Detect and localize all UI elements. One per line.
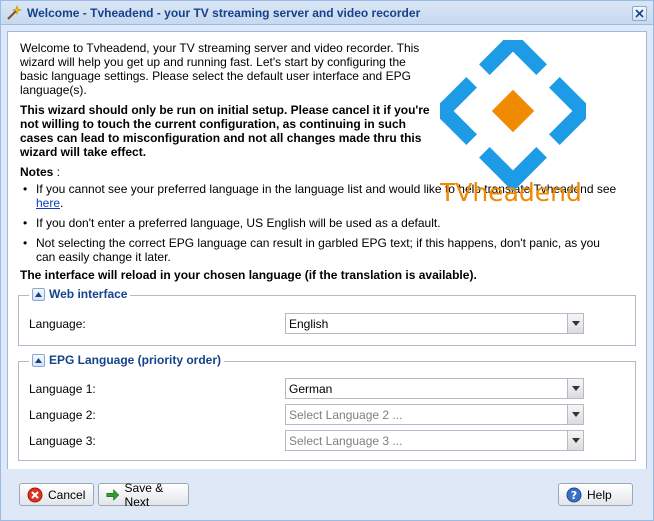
arrow-right-icon <box>106 488 120 501</box>
epg-language-1-value: German <box>289 381 333 396</box>
epg-language-2-select[interactable]: Select Language 2 ... <box>285 404 584 425</box>
window-title: Welcome - Tvheadend - your TV streaming … <box>27 5 421 20</box>
chevron-down-icon <box>571 321 580 326</box>
collapse-toggle[interactable] <box>32 353 45 367</box>
close-button[interactable] <box>632 6 647 21</box>
cancel-icon <box>27 487 43 502</box>
epg-language-legend-label: EPG Language (priority order) <box>49 353 222 367</box>
epg-language-group: EPG Language (priority order) Language 1… <box>18 353 636 461</box>
chevron-up-icon <box>35 357 42 363</box>
epg-language-2-label: Language 2: <box>29 407 96 422</box>
notes-title-colon: : <box>53 165 61 179</box>
epg-language-1-row: Language 1: German <box>29 378 584 399</box>
epg-language-2-row: Language 2: Select Language 2 ... <box>29 404 584 425</box>
dropdown-trigger[interactable] <box>567 378 584 399</box>
list-item: If you don't enter a preferred language,… <box>20 216 620 230</box>
svg-text:?: ? <box>571 489 577 502</box>
help-button[interactable]: ? Help <box>558 483 633 506</box>
save-next-label: Save & Next <box>124 480 164 509</box>
epg-language-2-placeholder: Select Language 2 ... <box>289 407 403 422</box>
chevron-down-icon <box>571 386 580 391</box>
epg-language-legend: EPG Language (priority order) <box>29 353 225 367</box>
help-label: Help <box>587 487 612 502</box>
ui-language-label: Language: <box>29 316 86 331</box>
ui-language-select[interactable]: English <box>285 313 584 334</box>
ui-language-value: English <box>289 316 329 331</box>
web-interface-legend-label: Web interface <box>49 287 128 301</box>
epg-language-3-row: Language 3: Select Language 3 ... <box>29 430 584 451</box>
wand-icon <box>7 4 22 20</box>
chevron-up-icon <box>35 291 42 297</box>
ui-language-row: Language: English <box>29 313 584 334</box>
cancel-label: Cancel <box>48 487 86 502</box>
save-next-button[interactable]: Save & Next <box>98 480 189 509</box>
dropdown-trigger[interactable] <box>567 430 584 451</box>
notes-title-label: Notes <box>20 165 54 179</box>
help-icon: ? <box>566 487 582 502</box>
chevron-down-icon <box>571 412 580 417</box>
cancel-button[interactable]: Cancel <box>19 483 94 506</box>
close-icon <box>635 9 644 18</box>
list-item: Not selecting the correct EPG language c… <box>20 236 620 264</box>
epg-language-3-select[interactable]: Select Language 3 ... <box>285 430 584 451</box>
epg-language-3-label: Language 3: <box>29 433 96 448</box>
collapse-toggle[interactable] <box>32 287 45 301</box>
window-titlebar[interactable]: Welcome - Tvheadend - your TV streaming … <box>1 1 653 25</box>
warning-text: This wizard should only be run on initia… <box>20 103 430 159</box>
chevron-down-icon <box>571 438 580 443</box>
wizard-window: Welcome - Tvheadend - your TV streaming … <box>0 0 654 521</box>
dropdown-trigger[interactable] <box>567 404 584 425</box>
epg-language-1-label: Language 1: <box>29 381 96 396</box>
wizard-content: Welcome to Tvheadend, your TV streaming … <box>7 31 647 469</box>
web-interface-group: Web interface Language: English <box>18 287 636 346</box>
epg-language-3-placeholder: Select Language 3 ... <box>289 433 403 448</box>
reload-text: The interface will reload in your chosen… <box>20 268 477 282</box>
notes-title: Notes : <box>20 165 60 179</box>
web-interface-legend: Web interface <box>29 287 131 301</box>
translate-link[interactable]: here <box>36 196 60 210</box>
dropdown-trigger[interactable] <box>567 313 584 334</box>
epg-language-1-select[interactable]: German <box>285 378 584 399</box>
intro-text: Welcome to Tvheadend, your TV streaming … <box>20 41 420 97</box>
note-end: . <box>60 196 64 210</box>
logo-text: TVheadend <box>440 178 582 207</box>
